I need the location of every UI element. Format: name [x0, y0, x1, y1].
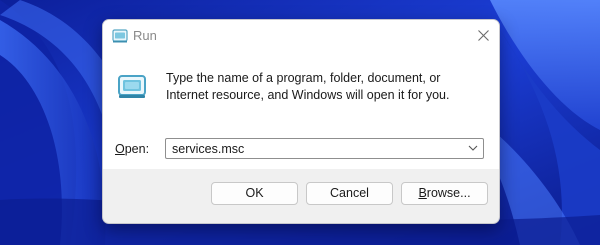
close-button[interactable]	[469, 20, 499, 51]
cancel-button[interactable]: Cancel	[306, 182, 393, 205]
title-bar[interactable]: Run	[103, 20, 499, 51]
browse-button[interactable]: Browse...	[401, 182, 488, 205]
ok-button[interactable]: OK	[211, 182, 298, 205]
browse-accel: B	[418, 186, 427, 200]
open-input[interactable]	[172, 141, 452, 157]
open-dropdown-button[interactable]	[465, 140, 481, 157]
run-description: Type the name of a program, folder, docu…	[166, 71, 450, 102]
browse-rest: rowse...	[426, 186, 471, 200]
open-label: Open:	[115, 142, 149, 156]
run-app-icon	[112, 29, 128, 43]
open-label-accel: O	[115, 142, 125, 156]
run-dialog: Run Type the name of a program, folder, …	[102, 19, 500, 224]
desktop: Run Type the name of a program, folder, …	[0, 0, 600, 245]
open-combobox[interactable]	[165, 138, 484, 159]
window-title: Run	[133, 28, 157, 43]
run-icon	[118, 75, 146, 98]
chevron-down-icon	[468, 145, 478, 151]
dialog-content: Type the name of a program, folder, docu…	[103, 51, 499, 169]
open-label-rest: pen:	[124, 142, 150, 156]
close-icon	[478, 30, 489, 41]
